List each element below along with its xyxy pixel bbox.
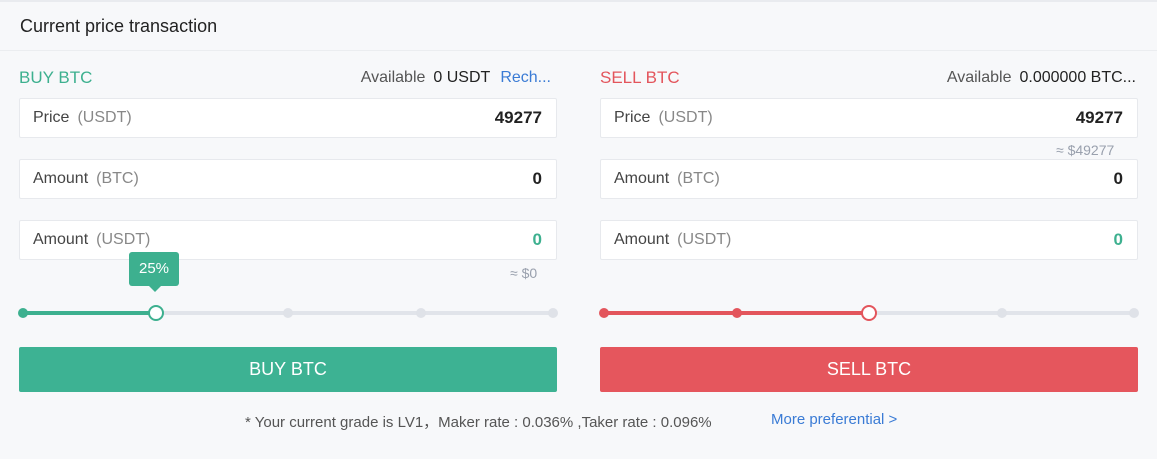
buy-slider-stop-75[interactable] <box>415 308 426 318</box>
buy-panel-head: BUY BTC Available 0 USDT Rech... <box>19 68 557 92</box>
buy-slider-stop-100[interactable] <box>548 308 558 318</box>
recharge-link[interactable]: Rech... <box>500 69 551 86</box>
buy-slider-stop-50[interactable] <box>283 308 293 318</box>
sell-amount-unit: (BTC) <box>677 170 720 187</box>
sell-available-value: 0.000000 BTC... <box>1019 69 1136 86</box>
buy-amount-label: Amount <box>33 170 89 187</box>
sell-price-unit: (USDT) <box>658 109 713 126</box>
buy-available-value: 0 USDT <box>433 69 491 86</box>
buy-amount-value[interactable]: 0 <box>533 169 542 189</box>
buy-slider-stop-0[interactable] <box>18 308 28 318</box>
sell-available: Available 0.000000 BTC... <box>947 69 1136 87</box>
sell-total-field[interactable]: Amount (USDT) 0 <box>600 220 1138 260</box>
buy-total-field[interactable]: Amount (USDT) 0 <box>19 220 557 260</box>
sell-button[interactable]: SELL BTC <box>600 347 1138 392</box>
panel-header: Current price transaction <box>0 2 1157 51</box>
sell-panel: SELL BTC Available 0.000000 BTC... Price (… <box>599 52 1139 397</box>
sell-total-label: Amount <box>614 231 670 248</box>
slider-tooltip: 25% <box>129 252 179 292</box>
buy-price-field[interactable]: Price (USDT) 49277 <box>19 98 557 138</box>
buy-price-value[interactable]: 49277 <box>495 108 542 128</box>
more-preferential-link[interactable]: More preferential > <box>771 411 897 428</box>
sell-percent-slider[interactable] <box>599 305 1139 321</box>
sell-price-label: Price <box>614 109 651 126</box>
buy-slider-fill <box>23 311 156 315</box>
buy-amount-field[interactable]: Amount (BTC) 0 <box>19 159 557 199</box>
tooltip-arrow-icon <box>149 286 161 292</box>
buy-percent-slider[interactable] <box>18 305 558 321</box>
sell-available-label: Available <box>946 69 1012 86</box>
buy-title: BUY BTC <box>19 68 93 87</box>
buy-total-label: Amount <box>33 231 89 248</box>
buy-available: Available 0 USDT Rech... <box>361 69 551 87</box>
slider-tooltip-text: 25% <box>138 260 170 277</box>
sell-title: SELL BTC <box>600 68 680 87</box>
sell-slider-stop-0[interactable] <box>599 308 609 318</box>
buy-amount-unit: (BTC) <box>96 170 139 187</box>
buy-total-value[interactable]: 0 <box>533 230 542 250</box>
sell-price-field[interactable]: Price (USDT) 49277 <box>600 98 1138 138</box>
buy-price-unit: (USDT) <box>77 109 132 126</box>
buy-available-label: Available <box>360 69 426 86</box>
sell-total-unit: (USDT) <box>677 231 732 248</box>
sell-panel-head: SELL BTC Available 0.000000 BTC... <box>600 68 1138 92</box>
buy-panel: BUY BTC Available 0 USDT Rech... Price (USD… <box>18 52 558 397</box>
buy-slider-handle[interactable] <box>147 305 164 321</box>
sell-price-value[interactable]: 49277 <box>1076 108 1123 128</box>
sell-slider-stop-25[interactable] <box>731 308 742 318</box>
buy-total-approx: ≈ $0 <box>510 265 538 281</box>
buy-button[interactable]: BUY BTC <box>19 347 557 392</box>
sell-amount-value[interactable]: 0 <box>1114 169 1123 189</box>
sell-slider-handle[interactable] <box>861 305 877 321</box>
footer: * Your current grade is LV1，Maker rate :… <box>0 411 1157 433</box>
sell-slider-stop-75[interactable] <box>996 308 1007 318</box>
buy-total-unit: (USDT) <box>96 231 151 248</box>
sell-slider-stop-100[interactable] <box>1129 308 1139 318</box>
sell-price-approx: ≈ $49277 <box>1056 142 1115 158</box>
sell-total-value[interactable]: 0 <box>1114 230 1123 250</box>
sell-amount-field[interactable]: Amount (BTC) 0 <box>600 159 1138 199</box>
buy-price-label: Price <box>33 109 70 126</box>
sell-amount-label: Amount <box>614 170 670 187</box>
fee-rate-note: * Your current grade is LV1，Maker rate :… <box>245 414 712 431</box>
page-title: Current price transaction <box>20 16 218 36</box>
